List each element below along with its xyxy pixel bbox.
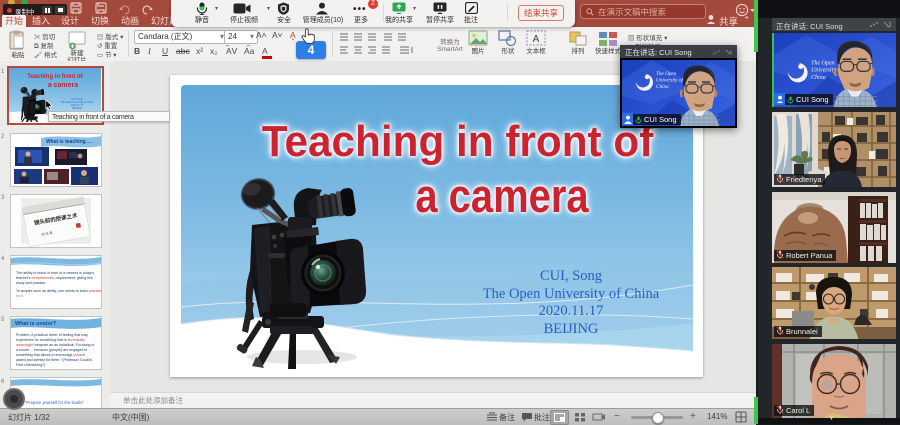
svg-text:experience for something that: experience for something that is technic… [16, 338, 85, 342]
svg-text:What is teaching …: What is teaching … [46, 139, 92, 145]
svg-text:The Open: The Open [656, 71, 677, 77]
svg-text:teacher's competencies, requir: teacher's competencies, requirement, giv… [16, 276, 93, 280]
svg-text:something that allows to encou: something that allows to encourage youse… [16, 353, 85, 357]
svg-text:University of: University of [656, 77, 684, 84]
svg-text:A: A [533, 34, 540, 45]
svg-text:meaningful because an as indiv: meaningful because an as individual. Foc… [16, 343, 94, 347]
svg-text:To acquire such an ability, on: To acquire such an ability, one needs to… [16, 289, 101, 293]
svg-text:asked and identity for them.”: asked and identity for them.” (Professor… [16, 358, 92, 362]
svg-text:China: China [656, 84, 669, 90]
svg-text:The ability to teach in front: The ability to teach in front of a camer… [16, 271, 94, 275]
svg-text:What is unslor?: What is unslor? [15, 321, 57, 327]
svg-text:a sound … because (people) are: a sound … because (people) are engaged i… [16, 348, 87, 352]
svg-text:study and practice.: study and practice. [16, 281, 46, 285]
svg-text:Problem: A practical driver of: Problem: A practical driver of feeling t… [16, 333, 88, 337]
svg-text:“Prepare yourself for the stud: “Prepare yourself for the studio” [25, 400, 84, 405]
svg-text:First Unteaching?): First Unteaching?) [16, 363, 45, 367]
svg-text:for it.: for it. [16, 294, 24, 298]
